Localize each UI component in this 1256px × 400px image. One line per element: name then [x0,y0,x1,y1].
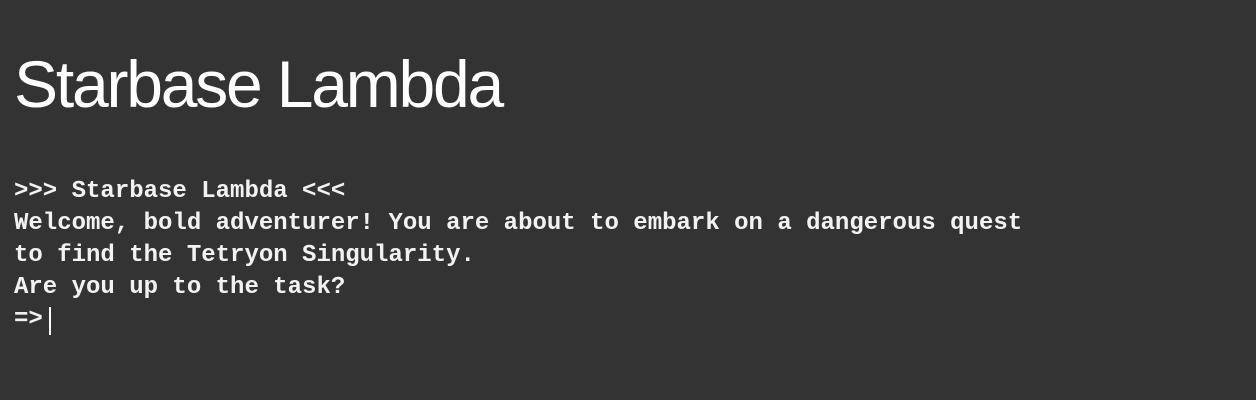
command-prompt-row[interactable]: => [14,304,1242,336]
terminal-line: >>> Starbase Lambda <<< [14,178,346,205]
page: Starbase Lambda >>> Starbase Lambda <<< … [0,0,1256,400]
prompt-symbol: => [14,306,43,333]
command-input[interactable] [50,305,611,335]
terminal-line: to find the Tetryon Singularity. [14,242,475,269]
terminal-line: Are you up to the task? [14,274,346,301]
terminal-line: Welcome, bold adventurer! You are about … [14,210,1023,237]
terminal-output: >>> Starbase Lambda <<< Welcome, bold ad… [14,176,1242,336]
page-title: Starbase Lambda [14,47,504,121]
